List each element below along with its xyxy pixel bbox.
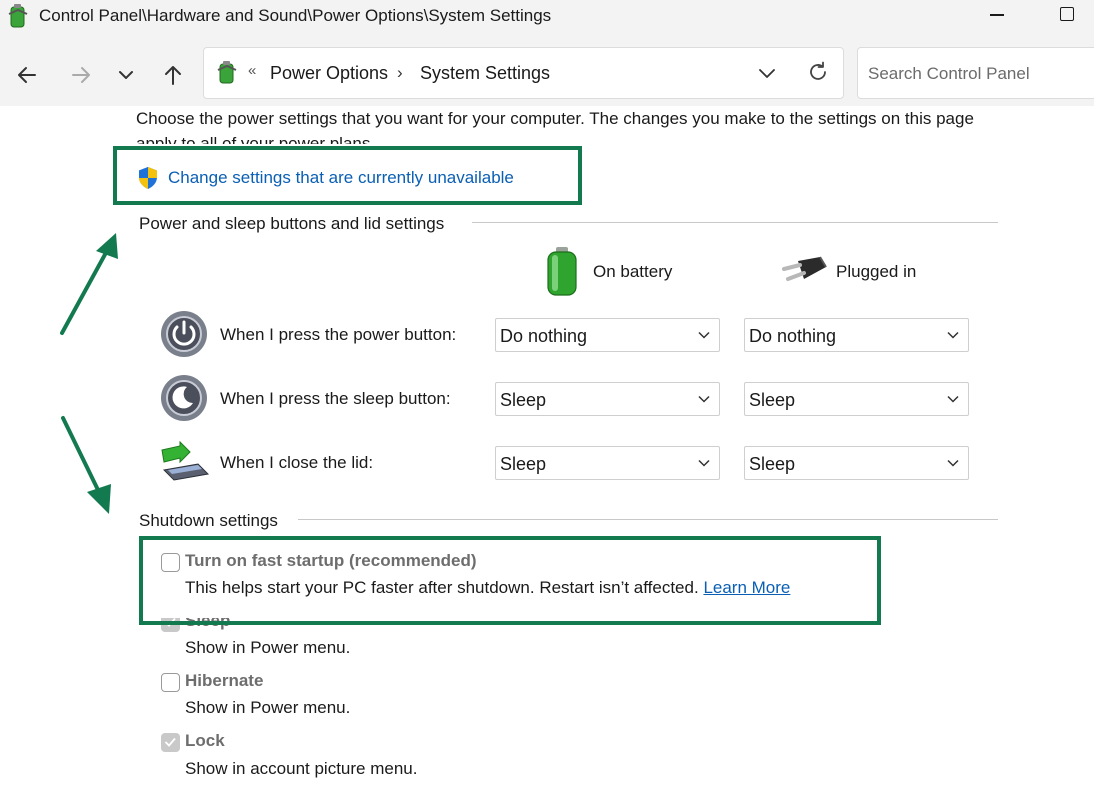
- hibernate-option-desc: Show in Power menu.: [185, 698, 351, 717]
- back-arrow-icon[interactable]: [14, 62, 40, 88]
- power-button-icon: [161, 311, 207, 357]
- select-value: Do nothing: [500, 326, 588, 346]
- up-arrow-icon[interactable]: [160, 62, 186, 88]
- address-dropdown-chevron-icon[interactable]: [756, 62, 778, 84]
- annotation-arrow-down-icon: [61, 416, 111, 514]
- chevron-down-icon: [947, 331, 959, 339]
- power-options-address-icon: [217, 61, 237, 84]
- page-description: Choose the power settings that you want …: [136, 109, 974, 144]
- breadcrumb-chevron[interactable]: ›: [397, 63, 403, 83]
- lock-option-title: Lock: [185, 731, 225, 750]
- power-button-plugged-in-select[interactable]: Do nothing: [744, 318, 969, 352]
- battery-icon: [547, 247, 577, 296]
- window-title: Control Panel\Hardware and Sound\Power O…: [39, 6, 552, 25]
- section-divider: [298, 519, 998, 520]
- address-separator: «: [248, 62, 257, 79]
- breadcrumb-system-settings[interactable]: System Settings: [420, 63, 550, 84]
- lock-option-desc: Show in account picture menu.: [185, 759, 418, 778]
- on-battery-column-header: On battery: [593, 262, 673, 281]
- annotation-highlight-box: [139, 536, 881, 625]
- close-lid-on-battery-select[interactable]: Sleep: [495, 446, 720, 480]
- close-lid-label: When I close the lid:: [220, 453, 374, 472]
- sleep-button-icon: [161, 375, 207, 421]
- select-value: Sleep: [500, 390, 547, 410]
- hibernate-option-title: Hibernate: [185, 671, 264, 690]
- select-value: Sleep: [749, 390, 796, 410]
- section-divider: [472, 222, 998, 223]
- sleep-option-desc: Show in Power menu.: [185, 638, 351, 657]
- power-button-on-battery-select[interactable]: Do nothing: [495, 318, 720, 352]
- chevron-down-icon: [698, 459, 710, 467]
- chevron-down-icon: [698, 331, 710, 339]
- hibernate-checkbox[interactable]: [161, 673, 180, 692]
- sleep-button-on-battery-select[interactable]: Sleep: [495, 382, 720, 416]
- chevron-down-icon: [698, 395, 710, 403]
- select-value: Do nothing: [749, 326, 837, 346]
- sleep-button-plugged-in-select[interactable]: Sleep: [744, 382, 969, 416]
- search-input[interactable]: Search Control Panel: [868, 64, 1030, 84]
- lock-checkbox[interactable]: [161, 733, 180, 752]
- laptop-lid-icon: [161, 440, 210, 481]
- refresh-icon[interactable]: [806, 60, 830, 84]
- select-value: Sleep: [500, 454, 547, 474]
- breadcrumb-power-options[interactable]: Power Options: [270, 63, 388, 84]
- power-buttons-section-heading: Power and sleep buttons and lid settings: [139, 214, 455, 234]
- chevron-down-icon: [947, 459, 959, 467]
- power-button-label: When I press the power button:: [220, 325, 457, 344]
- sleep-button-label: When I press the sleep button:: [220, 389, 451, 408]
- select-value: Sleep: [749, 454, 796, 474]
- forward-arrow-icon[interactable]: [68, 62, 94, 88]
- annotation-highlight-box: [113, 146, 582, 205]
- shutdown-section-heading: Shutdown settings: [139, 511, 288, 531]
- close-lid-plugged-in-select[interactable]: Sleep: [744, 446, 969, 480]
- power-options-app-icon: [8, 4, 28, 28]
- annotation-arrow-up-icon: [60, 233, 118, 335]
- checkmark-icon: [164, 737, 176, 747]
- power-plug-icon: [782, 256, 827, 281]
- minimize-icon[interactable]: [990, 14, 1004, 16]
- plugged-in-column-header: Plugged in: [836, 262, 917, 281]
- recent-locations-chevron-down-icon[interactable]: [116, 65, 136, 85]
- maximize-icon[interactable]: [1060, 7, 1074, 21]
- chevron-down-icon: [947, 395, 959, 403]
